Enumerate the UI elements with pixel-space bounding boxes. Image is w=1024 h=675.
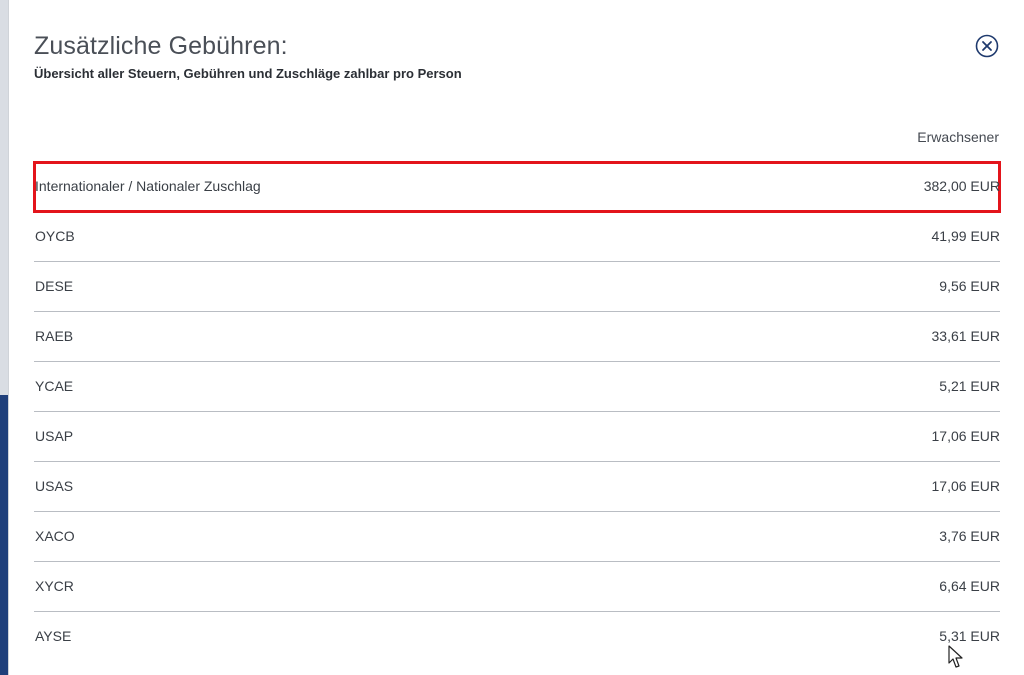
fee-label: YCAE — [35, 378, 74, 394]
fee-amount: 41,99 EUR — [931, 228, 1000, 244]
fee-row: USAS 17,06 EUR — [34, 462, 1000, 512]
fee-label: USAP — [35, 428, 74, 444]
fee-amount: 9,56 EUR — [939, 278, 1000, 294]
fee-list: Internationaler / Nationaler Zuschlag 38… — [33, 161, 1001, 662]
circle-x-icon — [975, 34, 999, 58]
fee-amount: 17,06 EUR — [931, 428, 1000, 444]
modal-subtitle: Übersicht aller Steuern, Gebühren und Zu… — [34, 66, 462, 81]
fee-label: AYSE — [35, 628, 72, 644]
fee-amount: 33,61 EUR — [931, 328, 1000, 344]
fee-amount: 17,06 EUR — [931, 478, 1000, 494]
fee-amount: 5,21 EUR — [939, 378, 1000, 394]
additional-fees-modal: Zusätzliche Gebühren: Übersicht aller St… — [8, 0, 1024, 675]
fee-row: YCAE 5,21 EUR — [34, 362, 1000, 412]
close-button[interactable] — [975, 34, 999, 58]
fee-row-highlighted: Internationaler / Nationaler Zuschlag 38… — [33, 161, 1001, 213]
fee-row: OYCB 41,99 EUR — [34, 212, 1000, 262]
fee-label: RAEB — [35, 328, 74, 344]
fee-amount: 3,76 EUR — [939, 528, 1000, 544]
fee-row: XACO 3,76 EUR — [34, 512, 1000, 562]
fee-label: OYCB — [35, 228, 75, 244]
fee-label: Internationaler / Nationaler Zuschlag — [35, 178, 261, 194]
fee-amount: 5,31 EUR — [939, 628, 1000, 644]
fee-row: AYSE 5,31 EUR — [34, 612, 1000, 662]
fee-label: XYCR — [35, 578, 74, 594]
fee-row: XYCR 6,64 EUR — [34, 562, 1000, 612]
modal-title: Zusätzliche Gebühren: — [34, 32, 288, 60]
fee-amount: 382,00 EUR — [923, 178, 1000, 194]
fee-amount: 6,64 EUR — [939, 578, 1000, 594]
fee-label: DESE — [35, 278, 74, 294]
column-header-adult: Erwachsener — [917, 129, 999, 145]
fee-row: RAEB 33,61 EUR — [34, 312, 1000, 362]
fee-row: USAP 17,06 EUR — [34, 412, 1000, 462]
fee-label: USAS — [35, 478, 74, 494]
fee-row: DESE 9,56 EUR — [34, 262, 1000, 312]
fee-label: XACO — [35, 528, 75, 544]
